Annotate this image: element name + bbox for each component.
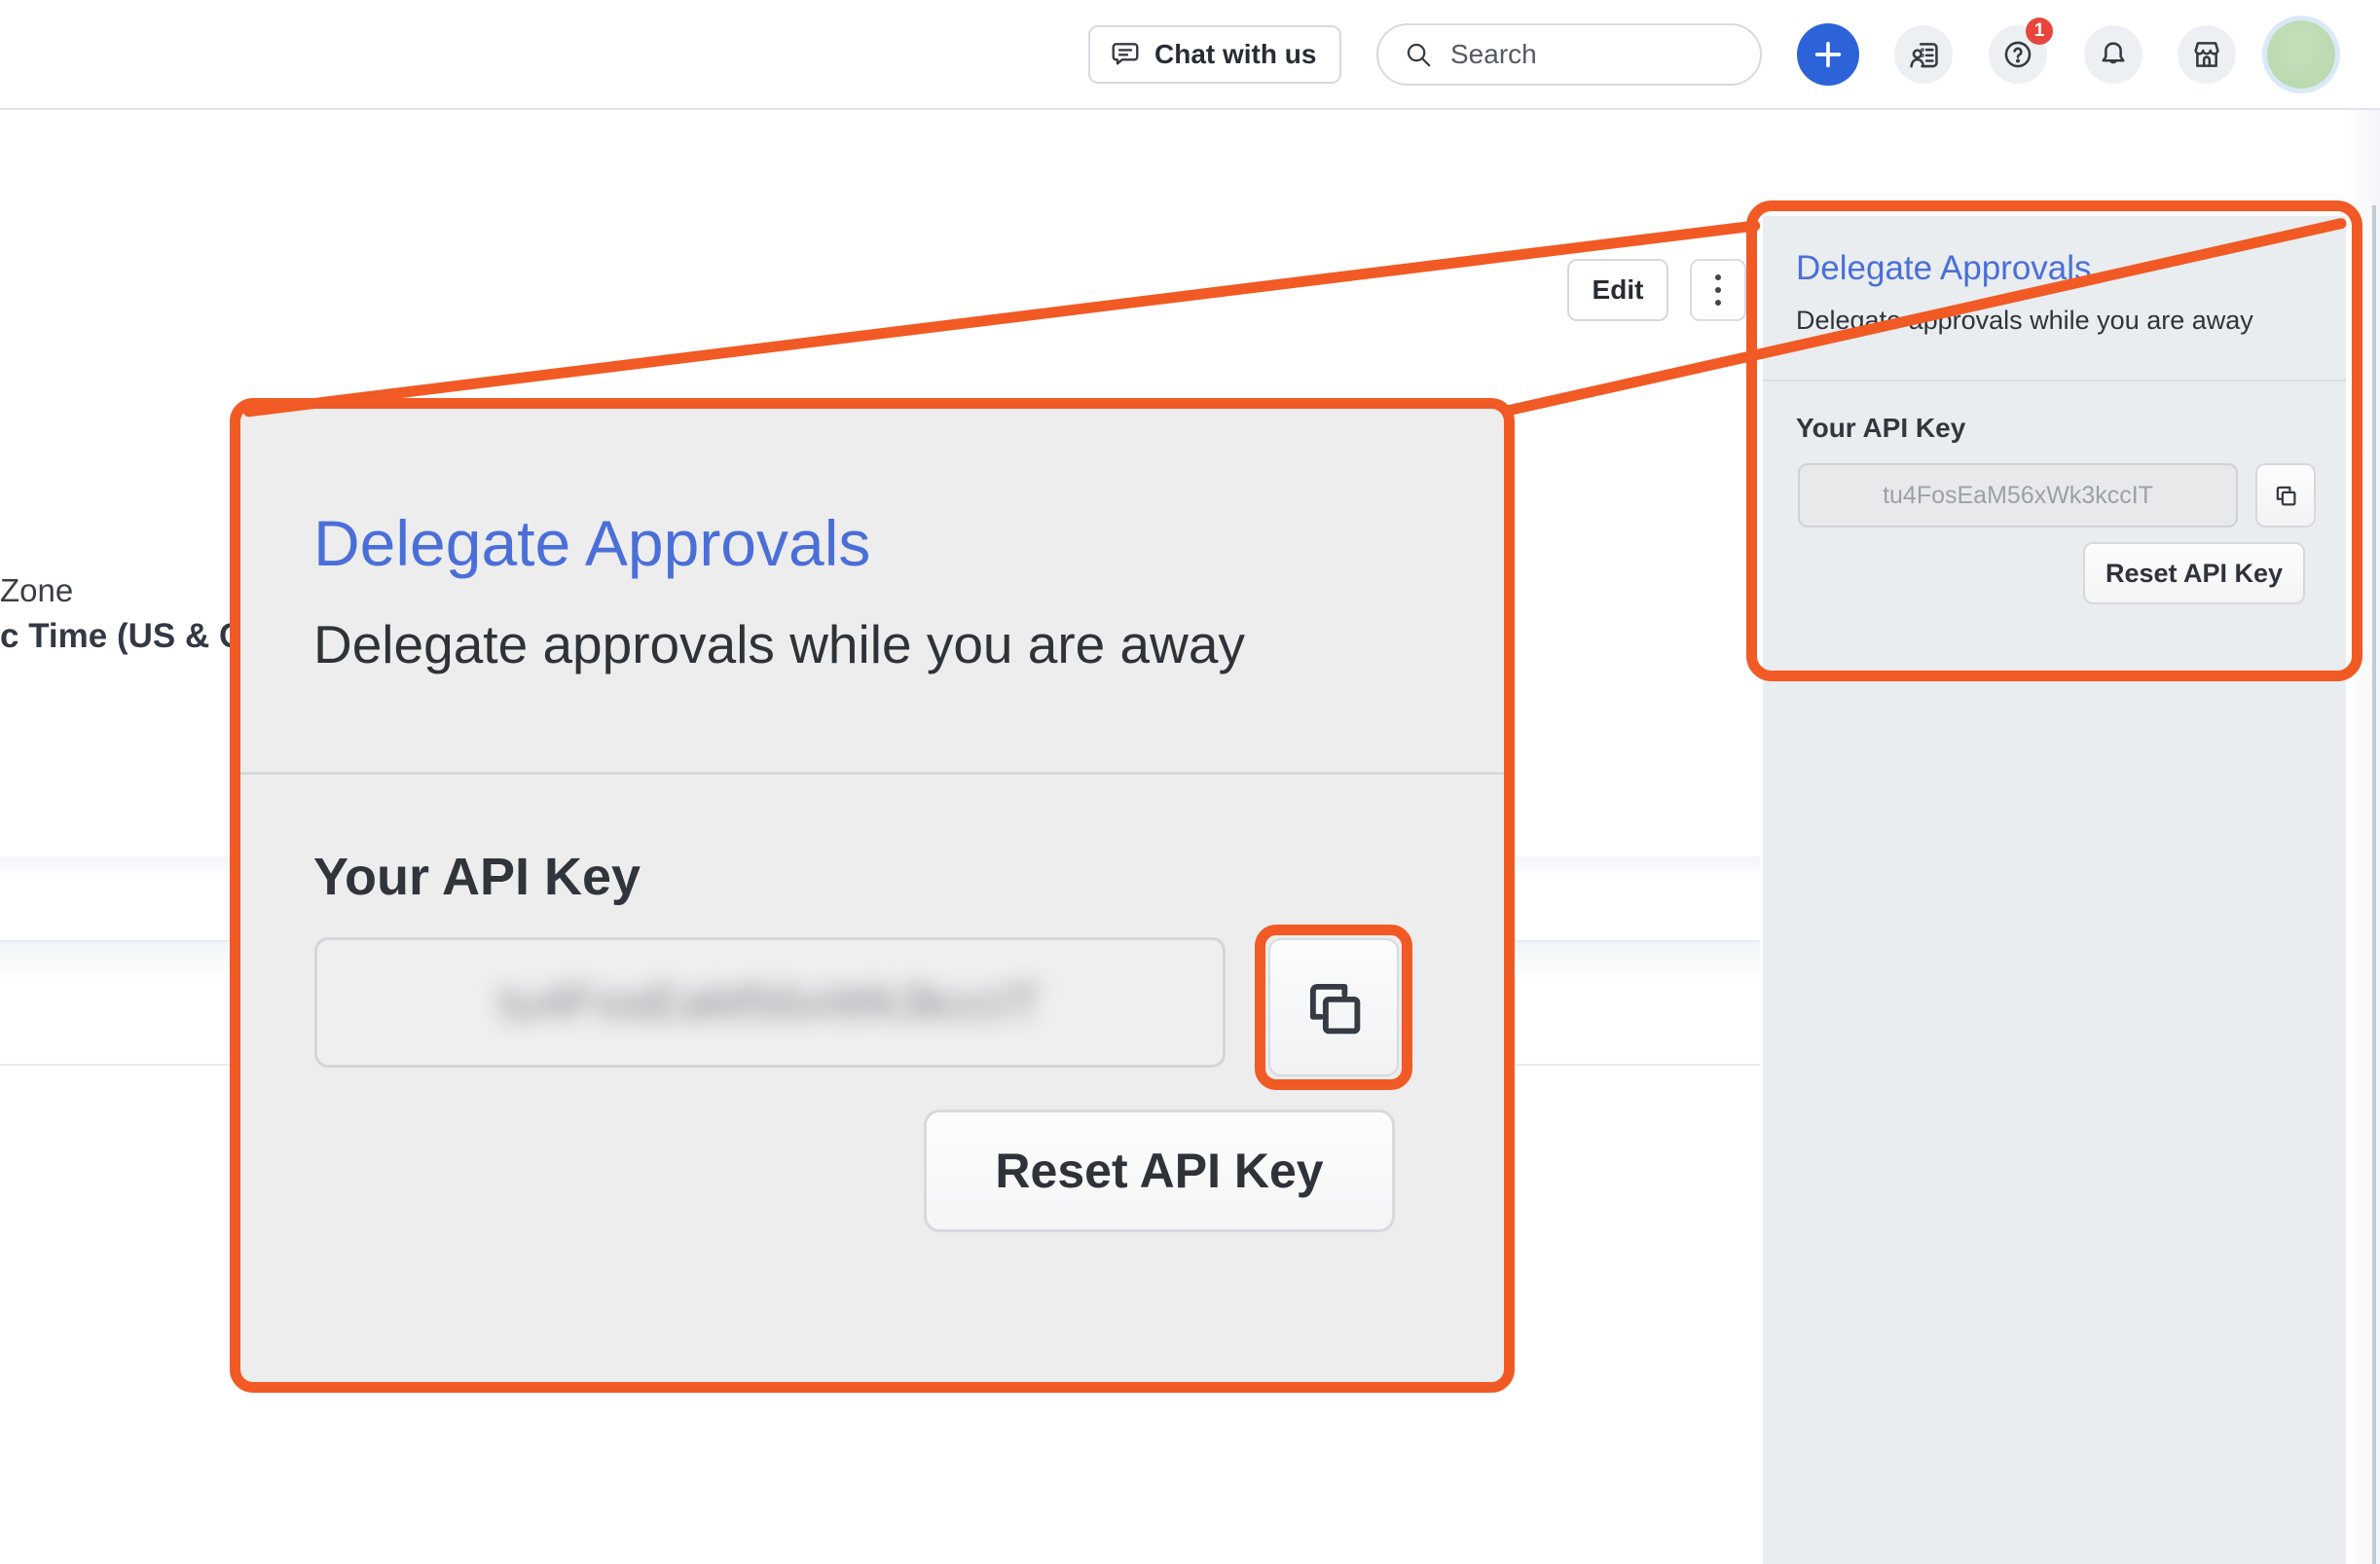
copy-api-key-button[interactable]: [2255, 463, 2316, 527]
notifications-button[interactable]: [2084, 25, 2142, 84]
kebab-icon: [1715, 274, 1721, 280]
search-input[interactable]: [1448, 38, 1705, 71]
storefront-icon: [2190, 38, 2223, 71]
delegate-approvals-subtitle: Delegate approvals while you are away: [1796, 306, 2253, 336]
callout-copy-highlight-ring: [1255, 925, 1412, 1090]
search-box: [1376, 23, 1762, 86]
help-icon: [2001, 38, 2034, 71]
copy-icon: [1296, 967, 1372, 1047]
bell-icon: [2097, 38, 2130, 71]
page-right-edge-line: [2372, 205, 2376, 1564]
add-button[interactable]: [1797, 23, 1859, 86]
api-key-label: Your API Key: [1796, 413, 1965, 444]
help-notification-badge: 1: [2026, 18, 2053, 45]
help-button[interactable]: 1: [1989, 25, 2047, 84]
user-avatar[interactable]: [2267, 20, 2335, 89]
callout-api-key-input: tu4FosEaM56xWk3kccIT: [314, 937, 1226, 1068]
chat-with-us-label: Chat with us: [1154, 39, 1316, 70]
callout-copy-api-key-button: [1268, 938, 1399, 1076]
chat-with-us-button[interactable]: Chat with us: [1088, 25, 1341, 84]
edit-button[interactable]: Edit: [1567, 259, 1668, 321]
callout-api-key-label: Your API Key: [313, 847, 641, 907]
copy-icon: [2271, 480, 2300, 511]
reset-api-key-button[interactable]: Reset API Key: [2083, 542, 2305, 604]
callout-delegate-approvals-subtitle: Delegate approvals while you are away: [313, 613, 1245, 675]
plus-icon: [1812, 38, 1845, 71]
panel-divider: [1763, 380, 2346, 382]
callout-api-key-blurred-value: tu4FosEaM56xWk3kccIT: [499, 974, 1041, 1031]
callout-reset-api-key-button: Reset API Key: [924, 1109, 1395, 1232]
marketplace-button[interactable]: [2178, 25, 2236, 84]
timezone-label-fragment: Zone: [0, 572, 73, 609]
app-screen: Chat with us: [0, 0, 2380, 1564]
search-icon: [1404, 40, 1433, 69]
zoom-connector-line-top: [242, 220, 1761, 418]
contacts-button[interactable]: [1894, 25, 1953, 84]
callout-delegate-approvals-title: Delegate Approvals: [313, 506, 870, 580]
contact-list-icon: [1907, 38, 1940, 71]
callout-divider: [240, 772, 1504, 775]
chat-bubble-icon: [1110, 39, 1141, 70]
zoom-callout: Delegate Approvals Delegate approvals wh…: [230, 398, 1515, 1393]
delegate-approvals-title: Delegate Approvals: [1796, 249, 2092, 288]
more-options-button[interactable]: [1690, 259, 1746, 321]
top-bar: Chat with us: [0, 0, 2380, 110]
api-key-input[interactable]: [1798, 463, 2238, 527]
